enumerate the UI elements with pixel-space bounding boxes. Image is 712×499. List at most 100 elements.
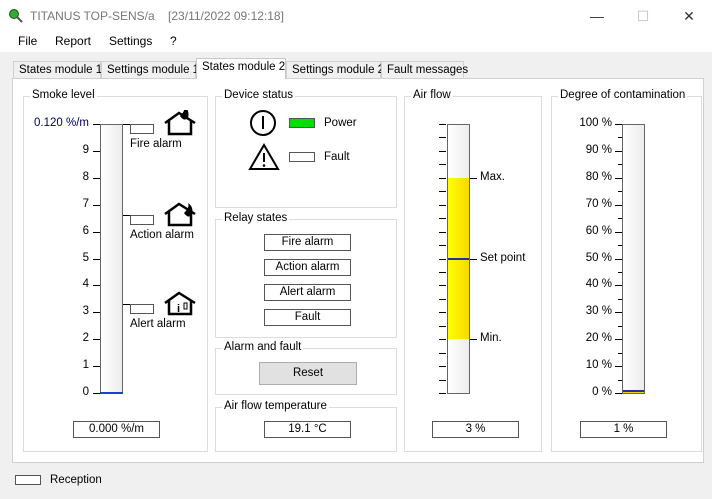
alarm-fault-title: Alarm and fault — [222, 341, 304, 353]
menu-help[interactable]: ? — [170, 34, 177, 48]
contamination-tick — [615, 285, 622, 287]
close-button[interactable]: ✕ — [666, 0, 712, 32]
air-flow-tick — [439, 366, 446, 368]
air-flow-tick — [439, 177, 446, 179]
air-flow-min-label: Min. — [480, 332, 502, 345]
air-flow-tick — [439, 231, 446, 233]
contamination-tick-label: 10 % — [585, 359, 612, 372]
contamination-tick-label: 40 % — [585, 278, 612, 291]
reception-label: Reception — [50, 474, 102, 486]
air-flow-tick — [439, 312, 446, 314]
alarm-indicator — [130, 304, 154, 314]
smoke-level-bar — [100, 124, 123, 394]
device-status-group: Device status Power Fault — [215, 89, 397, 208]
air-flow-tick — [439, 191, 446, 193]
menu-report[interactable]: Report — [55, 34, 91, 48]
contamination-tick — [615, 339, 622, 341]
tab-settings-module-1[interactable]: Settings module 1 — [101, 61, 199, 79]
smoke-level-readout: 0.000 %/m — [73, 421, 160, 438]
smoke-tick-label: 8 — [82, 170, 89, 183]
contamination-tick-label: 70 % — [585, 197, 612, 210]
alarm-label: Action alarm — [130, 229, 194, 241]
air-flow-title: Air flow — [411, 89, 453, 101]
air-flow-tick — [439, 352, 446, 354]
title-bar: TITANUS TOP-SENS/a [23/11/2022 09:12:18]… — [0, 0, 712, 32]
relay-states-title: Relay states — [222, 212, 290, 224]
contamination-tick — [615, 204, 622, 206]
alarm-label: Alert alarm — [130, 318, 186, 330]
contamination-tick — [615, 150, 622, 152]
minimize-button[interactable]: — — [574, 0, 620, 32]
air-flow-marker-tick — [470, 339, 477, 341]
smoke-tick-label: 4 — [82, 278, 89, 291]
contamination-fill — [623, 390, 644, 393]
contamination-tick-label: 60 % — [585, 224, 612, 237]
air-flow-temperature-group: Air flow temperature 19.1 °C — [215, 400, 397, 452]
air-flow-marker-tick — [470, 258, 477, 260]
app-icon — [9, 9, 23, 23]
smoke-level-title: Smoke level — [30, 89, 97, 101]
smoke-tick — [93, 393, 100, 394]
contamination-readout: 1 % — [580, 421, 667, 438]
fault-indicator — [289, 152, 315, 162]
relay-alert-alarm: Alert alarm — [264, 284, 351, 301]
air-flow-tick — [439, 164, 446, 166]
power-icon — [250, 110, 276, 136]
maximize-button[interactable]: ☐ — [620, 0, 666, 32]
air-flow-tick — [439, 245, 446, 247]
air-flow-tick — [439, 339, 446, 341]
relay-states-group: Relay states Fire alarm Action alarm Ale… — [215, 212, 397, 338]
power-indicator — [289, 118, 315, 128]
air-flow-tick — [439, 150, 446, 152]
air-flow-temperature-title: Air flow temperature — [222, 400, 329, 412]
smoke-tick — [93, 339, 100, 341]
tab-states-module-1[interactable]: States module 1 — [13, 61, 102, 79]
air-flow-tick — [439, 393, 446, 394]
smoke-tick — [93, 177, 100, 179]
tab-states-module-2[interactable]: States module 2 — [196, 58, 286, 79]
air-flow-tick — [439, 137, 446, 139]
smoke-tick-label: 3 — [82, 305, 89, 318]
air-flow-marker-tick — [470, 177, 477, 179]
fire-house-icon — [162, 106, 198, 136]
reception-indicator — [15, 475, 41, 485]
warning-icon — [248, 143, 280, 170]
contamination-tick — [615, 124, 622, 125]
contamination-tick-label: 30 % — [585, 305, 612, 318]
contamination-tick — [615, 258, 622, 260]
contamination-tick-label: 20 % — [585, 332, 612, 345]
air-flow-temperature-readout: 19.1 °C — [264, 421, 351, 438]
air-flow-tick — [439, 271, 446, 273]
smoke-tick-label: 7 — [82, 197, 89, 210]
svg-text:i: i — [177, 303, 180, 315]
smoke-tick-label: 0 — [82, 386, 89, 398]
reset-button[interactable]: Reset — [259, 362, 357, 385]
smoke-tick — [93, 258, 100, 260]
smoke-tick — [93, 231, 100, 233]
alarm-fault-group: Alarm and fault Reset — [215, 341, 397, 395]
contamination-tick-label: 100 % — [579, 117, 612, 129]
menu-file[interactable]: File — [18, 34, 37, 48]
relay-fire-alarm: Fire alarm — [264, 234, 351, 251]
contamination-tick-label: 50 % — [585, 251, 612, 264]
air-flow-readout: 3 % — [432, 421, 519, 438]
air-flow-tick — [439, 285, 446, 287]
air-flow-group: Air flow — [404, 89, 542, 452]
contamination-tick-label: 90 % — [585, 143, 612, 156]
tab-settings-module-2[interactable]: Settings module 2 — [286, 61, 384, 79]
smoke-tick-label: 5 — [82, 251, 89, 264]
alarm-indicator — [130, 215, 154, 225]
window-title: TITANUS TOP-SENS/a [23/11/2022 09:12:18] — [30, 9, 284, 23]
air-flow-tick — [439, 325, 446, 327]
device-status-title: Device status — [222, 89, 296, 101]
smoke-tick — [93, 285, 100, 287]
contamination-tick-label: 80 % — [585, 170, 612, 183]
contamination-tick — [615, 231, 622, 233]
air-flow-tick — [439, 124, 446, 125]
smoke-tick-label: 6 — [82, 224, 89, 237]
tab-fault-messages[interactable]: Fault messages — [381, 61, 468, 79]
alert-house-icon: i — [162, 290, 198, 316]
smoke-level-fill — [100, 392, 123, 394]
alarm-label: Fire alarm — [130, 138, 182, 150]
menu-settings[interactable]: Settings — [109, 34, 152, 48]
